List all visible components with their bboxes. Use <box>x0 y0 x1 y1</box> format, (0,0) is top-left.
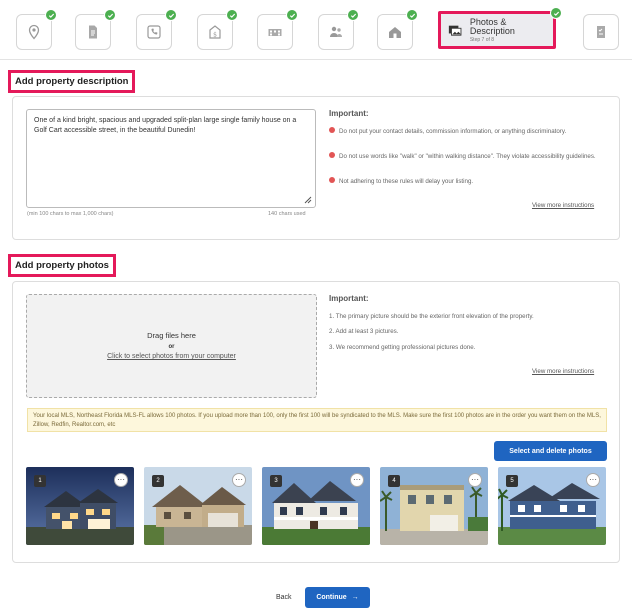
active-step-subtitle: Step 7 of 8 <box>469 36 495 43</box>
completed-check-icon <box>104 9 116 21</box>
photo-number-badge: 1 <box>34 475 46 487</box>
photo-dropzone[interactable]: Drag files here or Click to select photo… <box>26 294 317 398</box>
photo-thumbnail-2[interactable]: 2 ··· <box>144 467 252 545</box>
char-limit-hint: (min 100 chars to max 1,000 chars) <box>27 211 114 217</box>
back-button[interactable]: Back <box>276 594 292 601</box>
photos-view-more-link[interactable]: View more instructions <box>532 368 594 375</box>
photo-more-options-icon[interactable]: ··· <box>586 473 600 487</box>
or-text: or <box>168 344 175 350</box>
step-showing[interactable] <box>377 9 418 50</box>
continue-button[interactable]: Continue → <box>305 587 370 608</box>
arrow-right-icon: → <box>351 594 359 601</box>
description-rule-2: Do not use words like "walk" or "within … <box>329 152 609 161</box>
mls-photo-limit-notice: Your local MLS, Northeast Florida MLS-FL… <box>27 408 607 432</box>
continue-label: Continue <box>316 594 347 601</box>
photo-more-options-icon[interactable]: ··· <box>232 473 246 487</box>
building-icon <box>268 29 282 36</box>
document-icon <box>89 25 97 39</box>
select-photos-link[interactable]: Click to select photos from your compute… <box>27 353 316 360</box>
warning-dot-icon <box>329 152 335 159</box>
photo-thumbnail-4[interactable]: 4 ··· <box>380 467 488 545</box>
step-location[interactable] <box>16 9 57 50</box>
description-important-title: Important: <box>329 109 369 118</box>
photos-rule-2: 2. Add at least 3 pictures. <box>329 328 399 335</box>
completed-check-icon <box>165 9 177 21</box>
step-price[interactable]: $ <box>197 9 238 50</box>
phone-icon <box>147 25 161 39</box>
photo-more-options-icon[interactable]: ··· <box>114 473 128 487</box>
warning-dot-icon <box>329 127 335 134</box>
step-contact[interactable] <box>136 9 177 50</box>
price-tag-icon: $ <box>209 25 221 39</box>
description-rule-1: Do not put your contact details, commiss… <box>329 127 599 136</box>
photos-rule-3: 3. We recommend getting professional pic… <box>329 344 476 351</box>
chars-used-counter: 140 chars used <box>268 211 306 217</box>
photos-section-title: Add property photos <box>8 254 116 277</box>
warning-dot-icon <box>329 177 335 184</box>
completed-check-icon <box>347 9 359 21</box>
completed-check-icon <box>226 9 238 21</box>
description-rule-3: Not adhering to these rules will delay y… <box>329 177 599 186</box>
photo-thumbnail-3[interactable]: 3 ··· <box>262 467 370 545</box>
photos-important-title: Important: <box>329 294 369 303</box>
photos-icon <box>448 25 462 36</box>
step-photos-description-active[interactable]: Photos & Description Step 7 of 8 <box>438 7 562 49</box>
photo-more-options-icon[interactable]: ··· <box>350 473 364 487</box>
location-pin-icon <box>28 24 40 40</box>
resize-handle-icon[interactable] <box>304 196 312 204</box>
step-review[interactable] <box>583 14 619 50</box>
svg-text:$: $ <box>213 32 217 39</box>
step-property[interactable] <box>257 9 298 50</box>
completed-check-icon <box>286 9 298 21</box>
description-view-more-link[interactable]: View more instructions <box>532 202 594 209</box>
completed-check-icon <box>45 9 57 21</box>
description-section-title: Add property description <box>8 70 136 93</box>
photo-number-badge: 5 <box>506 475 518 487</box>
active-step-title: Photos & Description <box>469 16 515 36</box>
photo-number-badge: 4 <box>388 475 400 487</box>
photo-number-badge: 3 <box>270 475 282 487</box>
completed-check-icon <box>406 9 418 21</box>
drag-files-text: Drag files here <box>147 331 196 340</box>
description-textarea[interactable]: One of a kind bright, spacious and upgra… <box>26 109 316 208</box>
progress-stepper: $ Photos & Description Step 7 of 8 <box>0 0 632 60</box>
step-people[interactable] <box>318 9 359 50</box>
step-details[interactable] <box>75 9 116 50</box>
photo-thumbnail-1[interactable]: 1 ··· <box>26 467 134 545</box>
photo-more-options-icon[interactable]: ··· <box>468 473 482 487</box>
description-text: One of a kind bright, spacious and upgra… <box>34 117 297 134</box>
house-hand-icon <box>389 27 401 38</box>
photo-thumbnail-5[interactable]: 5 ··· <box>498 467 606 545</box>
photos-rule-1: 1. The primary picture should be the ext… <box>329 313 534 320</box>
photo-number-badge: 2 <box>152 475 164 487</box>
people-icon <box>330 26 342 37</box>
checklist-icon <box>597 26 605 38</box>
select-and-delete-photos-button[interactable]: Select and delete photos <box>494 441 607 461</box>
completed-check-icon <box>550 7 562 19</box>
